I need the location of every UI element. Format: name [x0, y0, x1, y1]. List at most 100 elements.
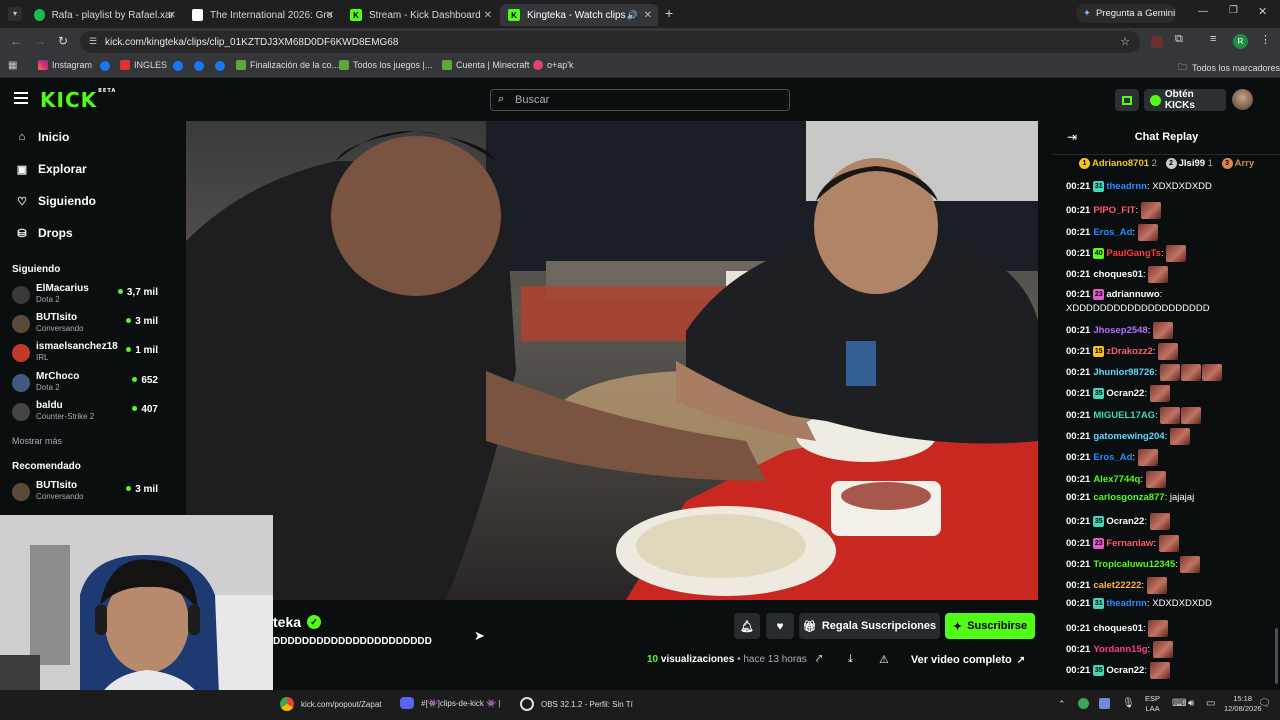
apps-grid-icon[interactable]: ▦: [8, 60, 17, 71]
chrome-taskbar-item[interactable]: kick.com/popout/Zapat: [280, 697, 381, 711]
chat-scrollbar[interactable]: [1275, 628, 1278, 684]
show-more-link[interactable]: Mostrar más: [12, 436, 62, 446]
message-username[interactable]: choques01: [1093, 269, 1143, 280]
tab-list-dropdown-icon[interactable]: ▾: [8, 7, 22, 21]
nav-siguiendo[interactable]: ♡ Siguiendo: [16, 194, 96, 208]
tray-app-icon[interactable]: [1078, 698, 1089, 709]
volume-icon[interactable]: 🔊︎: [1188, 698, 1194, 709]
facebook-icon[interactable]: [194, 61, 204, 71]
close-tab-icon[interactable]: ✕: [484, 10, 492, 21]
message-username[interactable]: theadrnn: [1106, 598, 1147, 609]
message-username[interactable]: Eros_Ad: [1093, 227, 1132, 238]
nav-inicio[interactable]: ⌂ Inicio: [16, 130, 70, 144]
message-username[interactable]: Ocran22: [1106, 388, 1144, 399]
bookmark-cuenta-minecraft[interactable]: Cuenta | Minecraft: [442, 60, 529, 70]
user-avatar[interactable]: [1232, 89, 1253, 110]
language-indicator[interactable]: ESP LAA: [1145, 694, 1160, 714]
message-username[interactable]: MIGUEL17AG: [1093, 410, 1155, 421]
gifter[interactable]: 1 Adriano8701 2: [1079, 158, 1157, 169]
back-icon[interactable]: ←: [10, 34, 22, 48]
microphone-icon[interactable]: 🎙︎: [1122, 698, 1135, 709]
message-username[interactable]: Jhunior98726: [1093, 367, 1154, 378]
message-username[interactable]: Tropicaluwu12345: [1093, 559, 1175, 570]
message-username[interactable]: PIPO_FIT: [1093, 205, 1135, 216]
following-channel[interactable]: MrChoco Dota 2 652: [12, 371, 162, 397]
site-info-icon[interactable]: ☰: [89, 36, 97, 47]
browser-menu-icon[interactable]: ⋮: [1260, 33, 1271, 46]
reload-icon[interactable]: ↻: [58, 34, 68, 48]
close-tab-icon[interactable]: ✕: [168, 10, 176, 21]
browser-tab-kingteka[interactable]: K Kingteka - Watch clips on K 🔊 ✕: [500, 4, 658, 26]
facebook-icon[interactable]: [100, 61, 110, 71]
get-kicks-button[interactable]: Obtén KICKs: [1144, 89, 1226, 111]
subscribe-button[interactable]: ✦ Suscribirse: [945, 613, 1035, 639]
all-bookmarks[interactable]: 🗀 Todos los marcadores: [1178, 60, 1280, 76]
recommended-channel[interactable]: BUTIsito Conversando 3 mil: [12, 480, 162, 506]
url-field[interactable]: ☰ kick.com/kingteka/clips/clip_01KZTDJ3X…: [80, 31, 1140, 53]
forward-icon[interactable]: →: [34, 34, 46, 48]
bookmark-finalizacion[interactable]: Finalización de la co...: [236, 60, 339, 70]
stream-manager-button[interactable]: [1115, 89, 1139, 111]
gift-subs-button[interactable]: 🎁︎ Regala Suscripciones: [799, 613, 940, 639]
hamburger-menu-icon[interactable]: [14, 92, 28, 104]
message-username[interactable]: adriannuwo: [1106, 289, 1159, 300]
message-username[interactable]: Alex7744q: [1093, 474, 1140, 485]
bookmark-todos-los-juegos[interactable]: Todos los juegos |...: [339, 60, 432, 70]
following-channel[interactable]: BUTIsito Conversando 3 mil: [12, 312, 162, 338]
channel-name-heading[interactable]: teka ✓: [273, 614, 322, 630]
close-window-icon[interactable]: ✕: [1258, 5, 1267, 18]
report-icon[interactable]: ⚠: [879, 653, 889, 666]
bookmark-instagram[interactable]: Instagram: [38, 60, 92, 70]
message-username[interactable]: gatomewing204: [1093, 431, 1164, 442]
bookmark-star-icon[interactable]: ☆: [1120, 35, 1130, 48]
network-icon[interactable]: ⌨︎: [1172, 698, 1186, 709]
nav-explorar[interactable]: ▣ Explorar: [16, 162, 87, 176]
bookmark-ingles[interactable]: INGLES: [120, 60, 167, 70]
full-video-button[interactable]: Ver video completo ↗: [903, 647, 1033, 673]
download-icon[interactable]: ⤓: [848, 653, 853, 666]
facebook-icon[interactable]: [215, 61, 225, 71]
new-tab-icon[interactable]: +: [665, 5, 673, 21]
clock[interactable]: 15:18 12/08/2026: [1224, 694, 1262, 714]
nav-drops[interactable]: ⛁ Drops: [16, 226, 72, 240]
kick-logo[interactable]: KICKBETA: [40, 88, 116, 112]
follow-button[interactable]: ♥: [766, 613, 794, 639]
message-username[interactable]: Fernanlaw: [1106, 538, 1153, 549]
gifter[interactable]: 3 Arry: [1221, 158, 1254, 169]
maximize-icon[interactable]: ❐: [1229, 5, 1238, 16]
bookmark-oapk[interactable]: o+ap'k: [533, 60, 574, 70]
notifications-button[interactable]: 🔔︎: [734, 613, 760, 639]
message-username[interactable]: Eros_Ad: [1093, 452, 1132, 463]
message-username[interactable]: Jhosep2548: [1093, 325, 1147, 336]
tray-chevron-icon[interactable]: ⌃: [1058, 699, 1066, 710]
close-tab-icon[interactable]: ✕: [326, 10, 334, 21]
browser-tab-international[interactable]: The International 2026: Group ✕: [184, 4, 340, 26]
notifications-icon[interactable]: 🗨︎: [1258, 698, 1271, 709]
share-icon[interactable]: ⤤: [816, 653, 822, 666]
message-username[interactable]: Ocran22: [1106, 516, 1144, 527]
audio-icon[interactable]: 🔊: [627, 10, 638, 21]
battery-icon[interactable]: ▭: [1206, 698, 1215, 709]
facebook-icon[interactable]: [173, 61, 183, 71]
following-channel[interactable]: baldu Counter-Strike 2 407: [12, 400, 162, 426]
obs-taskbar-item[interactable]: OBS 32.1.2 - Perfil: Sin Tí: [520, 697, 633, 711]
following-channel[interactable]: ismaelsanchez18 IRL 1 mil: [12, 341, 162, 367]
search-input[interactable]: ⌕ Buscar: [490, 89, 790, 111]
browser-tab-kick-dashboard[interactable]: K Stream - Kick Dashboard ✕: [342, 4, 498, 26]
message-username[interactable]: zDrakozz2: [1106, 346, 1152, 357]
message-username[interactable]: carlosgonza877: [1093, 492, 1164, 503]
extension-icon[interactable]: [1151, 36, 1163, 48]
chat-message-list[interactable]: 00:21 31 theadrnn: XDXDXDXDD 00:21 PIPO_FIT:…: [1053, 178, 1280, 688]
message-username[interactable]: choques01: [1093, 623, 1143, 634]
profile-avatar[interactable]: R: [1233, 34, 1248, 49]
message-username[interactable]: calet22222: [1093, 580, 1141, 591]
message-username[interactable]: Yordann15g: [1093, 644, 1147, 655]
discord-taskbar-item[interactable]: #[👾]clips-de-kick 👾 |: [400, 697, 500, 709]
gemini-button[interactable]: ✦ Pregunta a Gemini: [1076, 4, 1176, 23]
gifter[interactable]: 2 Jlsi99 1: [1165, 158, 1213, 169]
message-username[interactable]: PaulGangTs: [1106, 248, 1161, 259]
following-channel[interactable]: ElMacarius Dota 2 3,7 mil: [12, 283, 162, 309]
close-tab-icon[interactable]: ✕: [644, 10, 652, 21]
tray-app-icon[interactable]: [1099, 698, 1110, 709]
media-icon[interactable]: ≡: [1210, 33, 1216, 45]
